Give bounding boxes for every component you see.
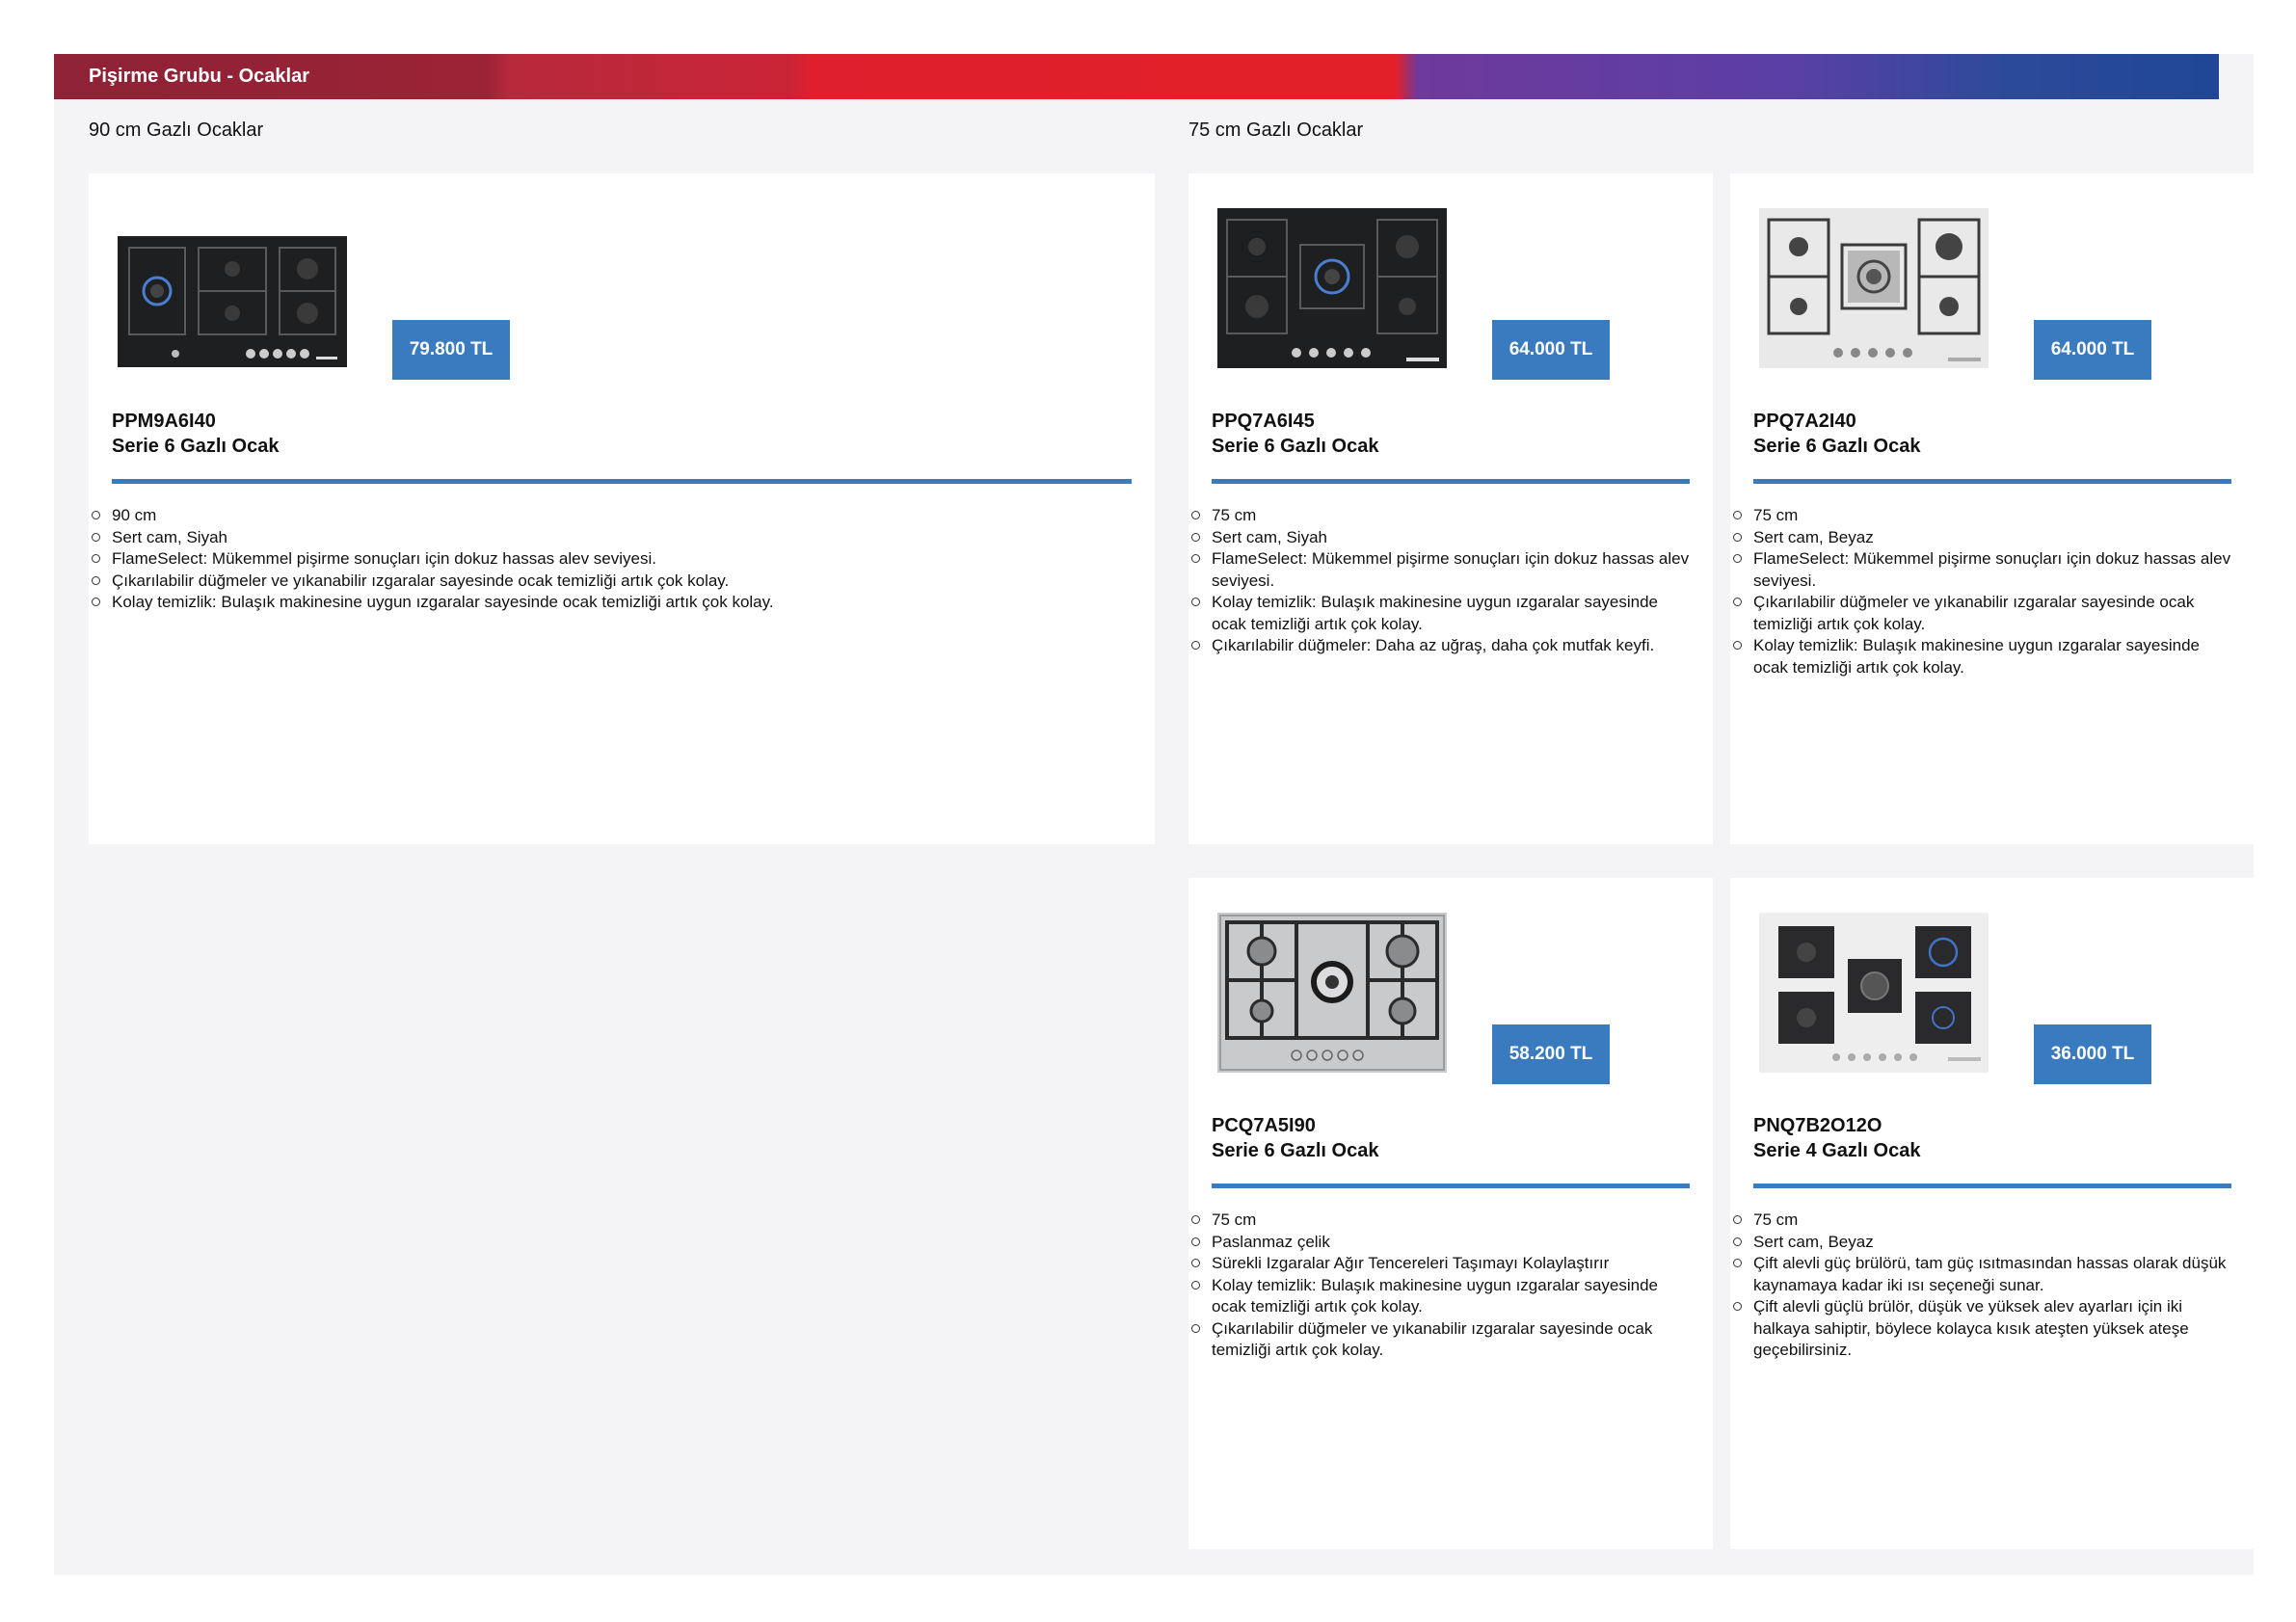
product-series: Serie 6 Gazlı Ocak [1753, 436, 1921, 457]
feature-item: Çıkarılabilir düğmeler: Daha az uğraş, d… [1191, 635, 1694, 657]
product-model: PNQ7B2O12O [1753, 1115, 1882, 1136]
feature-item: Kolay temizlik: Bulaşık makinesine uygun… [1733, 635, 2235, 678]
feature-item: FlameSelect: Mükemmel pişirme sonuçları … [1191, 548, 1694, 592]
divider [1212, 1183, 1690, 1188]
product-model: PPQ7A2I40 [1753, 411, 1856, 432]
black-glass-hob-icon [118, 236, 347, 367]
feature-item: Kolay temizlik: Bulaşık makinesine uygun… [92, 592, 1134, 614]
feature-item: Çift alevli güçlü brülör, düşük ve yükse… [1733, 1296, 2235, 1362]
feature-list: 75 cm Sert cam, Beyaz FlameSelect: Mükem… [1733, 505, 2235, 678]
feature-item: Çift alevli güç brülörü, tam güç ısıtmas… [1733, 1253, 2235, 1296]
feature-item: Çıkarılabilir düğmeler ve yıkanabilir ız… [92, 571, 1134, 593]
black-glass-hob-icon [1217, 208, 1447, 368]
product-series: Serie 6 Gazlı Ocak [1212, 1140, 1379, 1161]
feature-item: Sert cam, Beyaz [1733, 1232, 2235, 1254]
feature-item: Kolay temizlik: Bulaşık makinesine uygun… [1191, 592, 1694, 635]
product-model: PPQ7A6I45 [1212, 411, 1315, 432]
divider [1753, 479, 2231, 484]
stainless-steel-hob-icon [1217, 913, 1447, 1073]
product-model: PCQ7A5I90 [1212, 1115, 1316, 1136]
product-card: 64.000 TL PPQ7A6I45 Serie 6 Gazlı Ocak 7… [1188, 173, 1713, 844]
divider [1212, 479, 1690, 484]
feature-item: FlameSelect: Mükemmel pişirme sonuçları … [1733, 548, 2235, 592]
feature-item: 75 cm [1191, 505, 1694, 527]
price-badge: 58.200 TL [1492, 1024, 1610, 1084]
feature-item: Sürekli Izgaralar Ağır Tencereleri Taşım… [1191, 1253, 1694, 1275]
divider [112, 479, 1132, 484]
feature-item: Çıkarılabilir düğmeler ve yıkanabilir ız… [1733, 592, 2235, 635]
feature-list: 90 cm Sert cam, Siyah FlameSelect: Mükem… [92, 505, 1134, 614]
white-glass-hob-icon [1759, 208, 1989, 368]
feature-item: FlameSelect: Mükemmel pişirme sonuçları … [92, 548, 1134, 571]
feature-item: Sert cam, Siyah [92, 527, 1134, 549]
divider [1753, 1183, 2231, 1188]
feature-list: 75 cm Sert cam, Beyaz Çift alevli güç br… [1733, 1210, 2235, 1362]
product-model: PPM9A6I40 [112, 411, 216, 432]
product-card: 79.800 TL PPM9A6I40 Serie 6 Gazlı Ocak 9… [89, 173, 1155, 844]
page-title: Pişirme Grubu - Ocaklar [89, 66, 309, 87]
feature-item: Çıkarılabilir düğmeler ve yıkanabilir ız… [1191, 1318, 1694, 1362]
price-badge: 64.000 TL [1492, 320, 1610, 380]
feature-list: 75 cm Sert cam, Siyah FlameSelect: Mükem… [1191, 505, 1694, 657]
product-card: 58.200 TL PCQ7A5I90 Serie 6 Gazlı Ocak 7… [1188, 878, 1713, 1549]
feature-item: Sert cam, Siyah [1191, 527, 1694, 549]
price-badge: 64.000 TL [2034, 320, 2151, 380]
feature-list: 75 cm Paslanmaz çelik Sürekli Izgaralar … [1191, 1210, 1694, 1362]
white-glass-hob-icon [1759, 913, 1989, 1073]
price-badge: 79.800 TL [392, 320, 510, 380]
feature-item: 75 cm [1191, 1210, 1694, 1232]
product-card: 36.000 TL PNQ7B2O12O Serie 4 Gazlı Ocak … [1730, 878, 2254, 1549]
section-title-90cm: 90 cm Gazlı Ocaklar [89, 120, 264, 141]
product-series: Serie 4 Gazlı Ocak [1753, 1140, 1921, 1161]
feature-item: Paslanmaz çelik [1191, 1232, 1694, 1254]
product-series: Serie 6 Gazlı Ocak [1212, 436, 1379, 457]
product-card: 64.000 TL PPQ7A2I40 Serie 6 Gazlı Ocak 7… [1730, 173, 2254, 844]
feature-item: Kolay temizlik: Bulaşık makinesine uygun… [1191, 1275, 1694, 1318]
header-banner: Pişirme Grubu - Ocaklar [54, 54, 2219, 99]
product-series: Serie 6 Gazlı Ocak [112, 436, 280, 457]
price-badge: 36.000 TL [2034, 1024, 2151, 1084]
feature-item: 75 cm [1733, 505, 2235, 527]
feature-item: 90 cm [92, 505, 1134, 527]
feature-item: Sert cam, Beyaz [1733, 527, 2235, 549]
section-title-75cm: 75 cm Gazlı Ocaklar [1188, 120, 1364, 141]
feature-item: 75 cm [1733, 1210, 2235, 1232]
